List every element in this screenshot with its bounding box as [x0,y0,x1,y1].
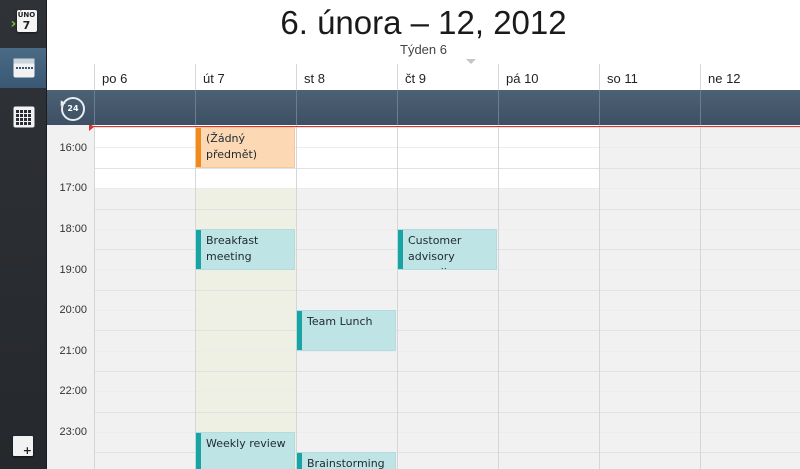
twenty-four-hour-toggle-icon[interactable]: 24 [61,97,85,121]
arrow-icon: › [10,16,17,32]
day-column-thursday[interactable] [397,125,498,469]
event-title-line: meeting [206,250,252,263]
time-label: 16:00 [59,142,87,154]
time-label: 18:00 [59,223,87,235]
date-range-title: 6. února – 12, 2012 [280,4,567,41]
day-header-monday[interactable]: po 6 [94,64,195,90]
day-header-friday[interactable]: pá 10 [498,64,599,90]
event-color-bar [196,433,201,469]
week-view-button[interactable] [0,48,47,88]
week-number[interactable]: Týden 6 [47,42,800,58]
event-title-line: Breakfast [206,234,259,247]
today-calendar-icon: ÚNO 7 › [11,9,37,35]
grid-line [94,351,800,352]
plus-icon: + [22,444,32,457]
grid-line [94,391,800,392]
grid-line [94,188,800,189]
grid-line [94,310,800,311]
grid-line [599,125,600,469]
grid-line [195,125,196,469]
grid-line [94,330,800,331]
add-event-button[interactable]: + [13,436,33,456]
time-gutter [47,125,94,469]
grid-line [94,412,800,413]
event-title-line: Weekly review [206,437,286,450]
time-label: 19:00 [59,264,87,276]
calendar-header: 6. února – 12, 2012 Týden 6 [47,0,800,64]
day-header-thursday[interactable]: čt 9 [397,64,498,90]
event-color-bar [196,230,201,269]
day-header-wednesday[interactable]: st 8 [296,64,397,90]
grid-line [94,371,800,372]
month-view-icon [13,106,34,128]
event-title-line: advisory council [408,250,455,269]
event-title-line: (Žádný [206,132,246,145]
time-grid[interactable]: 16:00 17:00 18:00 19:00 20:00 21:00 22:0… [47,125,800,469]
divider [296,90,297,125]
grid-line [296,125,297,469]
sidebar: ÚNO 7 › + [0,0,47,469]
event-weekly-review[interactable]: Weekly review [195,432,295,469]
day-column-saturday[interactable] [599,125,700,469]
event-color-bar [398,230,403,269]
event-color-bar [196,128,201,167]
day-column-friday[interactable] [498,125,599,469]
event-title-line: Customer [408,234,462,247]
time-label: 17:00 [59,182,87,194]
day-column-monday[interactable] [94,125,195,469]
event-breakfast-meeting[interactable]: Breakfast meeting [195,229,295,270]
divider [700,90,701,125]
divider [195,90,196,125]
time-label: 22:00 [59,385,87,397]
divider [599,90,600,125]
grid-line [94,125,95,469]
grid-line [498,125,499,469]
day-headers: po 6 út 7 st 8 čt 9 pá 10 so 11 ne 12 [47,64,800,90]
time-label: 21:00 [59,345,87,357]
week-view-icon [13,58,34,78]
grid-line [94,209,800,210]
today-day: 7 [22,19,31,32]
event-color-bar [297,453,302,469]
grid-line [94,168,800,169]
day-header-sunday[interactable]: ne 12 [700,64,800,90]
month-view-button[interactable] [0,97,47,137]
day-header-saturday[interactable]: so 11 [599,64,700,90]
event-title-line: Brainstorming [307,457,385,469]
day-column-sunday[interactable] [700,125,800,469]
divider [498,90,499,125]
divider [397,90,398,125]
event-no-subject[interactable]: (Žádný předmět) [195,127,295,168]
grid-line [700,125,701,469]
event-title-line: předmět) [206,148,258,161]
grid-line [397,125,398,469]
go-to-today-button[interactable]: ÚNO 7 › [0,2,47,42]
day-header-tuesday[interactable]: út 7 [195,64,296,90]
grid-line [94,290,800,291]
divider [94,90,95,125]
event-brainstorming[interactable]: Brainstorming [296,452,396,469]
event-color-bar [297,311,302,350]
event-customer-advisory-council[interactable]: Customer advisory council [397,229,497,270]
event-team-lunch[interactable]: Team Lunch [296,310,396,351]
day-column-wednesday[interactable] [296,125,397,469]
day-column-tuesday[interactable] [195,125,296,469]
event-title-line: Team Lunch [307,315,373,328]
time-label: 20:00 [59,304,87,316]
time-label: 23:00 [59,426,87,438]
all-day-row[interactable]: 24 [47,90,800,125]
current-time-marker-icon [89,125,94,131]
